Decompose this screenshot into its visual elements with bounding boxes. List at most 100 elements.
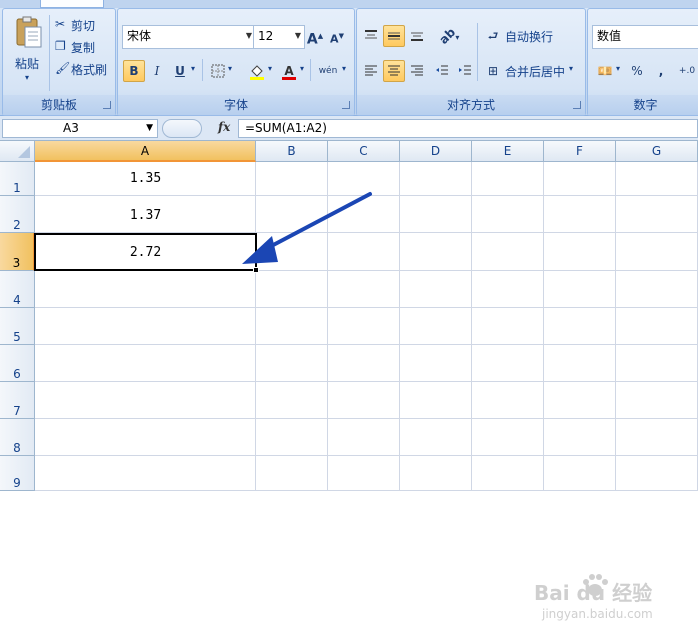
font-launcher-icon[interactable] (342, 101, 350, 109)
bold-button[interactable]: B (123, 60, 145, 82)
merge-center-icon[interactable]: ⊞ (482, 60, 504, 82)
phonetic-dropdown-icon[interactable]: ▾ (342, 64, 346, 73)
fill-color-icon[interactable] (246, 60, 268, 82)
format-painter-icon[interactable]: 🖌 (55, 61, 70, 75)
row-gridline (35, 344, 698, 345)
comma-button[interactable]: , (650, 60, 672, 82)
font-color-icon[interactable]: A (278, 60, 300, 82)
cut-button[interactable]: 剪切 (71, 17, 95, 34)
resize-handle-icon[interactable] (162, 119, 202, 138)
grow-font-button[interactable]: A▲ (304, 25, 326, 48)
align-right-icon[interactable] (406, 60, 428, 82)
currency-dropdown-icon[interactable]: ▾ (616, 64, 620, 73)
cut-icon[interactable]: ✂ (55, 17, 65, 31)
select-all-corner[interactable] (0, 141, 35, 162)
underline-dropdown-icon[interactable]: ▾ (191, 64, 195, 73)
merge-dropdown-icon[interactable]: ▾ (569, 64, 573, 73)
watermark-url: jingyan.baidu.com (542, 607, 653, 621)
fill-color-dropdown-icon[interactable]: ▾ (268, 64, 272, 73)
align-middle-icon[interactable] (383, 25, 405, 47)
tab-home[interactable] (40, 0, 104, 8)
watermark: Bai du 经验 jingyan.baidu.com (520, 571, 698, 631)
row-gridline (35, 381, 698, 382)
column-header-a[interactable]: A (35, 141, 256, 162)
chevron-down-icon: ▼ (294, 31, 301, 40)
row-header-1[interactable]: 1 (0, 162, 35, 196)
column-gridline (399, 162, 400, 491)
font-size-combo[interactable]: 12 ▼ (253, 25, 305, 49)
column-gridline (615, 162, 616, 491)
column-header-e[interactable]: E (472, 141, 544, 162)
fx-area: fx (160, 119, 236, 138)
border-dropdown-icon[interactable]: ▾ (228, 64, 232, 73)
increase-decimal-icon[interactable]: +.0 (676, 60, 698, 82)
row-header-6[interactable]: 6 (0, 345, 35, 382)
number-group-label: 数字 (588, 95, 698, 115)
align-bottom-icon[interactable] (406, 25, 428, 47)
row-gridline (35, 455, 698, 456)
formula-input[interactable]: =SUM(A1:A2) (238, 119, 698, 138)
font-name-combo[interactable]: 宋体 ▼ (122, 25, 256, 49)
chevron-down-icon[interactable]: ▼ (146, 120, 153, 137)
column-header-g[interactable]: G (616, 141, 698, 162)
number-format-value: 数值 (597, 29, 622, 43)
font-name-value: 宋体 (127, 29, 152, 43)
merge-center-button[interactable]: 合并后居中 (505, 63, 565, 80)
cell-a2[interactable]: 1.37 (35, 208, 256, 223)
watermark-brand: Bai du 经验 (534, 581, 653, 605)
decrease-indent-icon[interactable] (431, 60, 453, 82)
shrink-font-button[interactable]: A▼ (326, 25, 348, 47)
formula-bar: A3 ▼ fx =SUM(A1:A2) (0, 116, 698, 141)
wrap-text-icon[interactable]: ⮐ (482, 25, 504, 47)
row-header-5[interactable]: 5 (0, 308, 35, 345)
ribbon-tab-strip (0, 0, 698, 8)
worksheet-grid[interactable]: ABCDEFG 123456789 1.35 1.37 2.72 Bai du … (0, 141, 698, 621)
column-header-b[interactable]: B (256, 141, 328, 162)
percent-button[interactable]: % (626, 60, 648, 82)
paste-button[interactable]: 粘贴 (15, 55, 39, 72)
column-gridline (543, 162, 544, 491)
increase-indent-icon[interactable] (454, 60, 476, 82)
wrap-text-button[interactable]: 自动换行 (505, 28, 553, 45)
chevron-down-icon: ▼ (245, 31, 252, 40)
column-header-f[interactable]: F (544, 141, 616, 162)
row-header-7[interactable]: 7 (0, 382, 35, 419)
copy-button[interactable]: 复制 (71, 39, 95, 56)
copy-icon[interactable]: ❐ (55, 39, 66, 53)
border-icon[interactable] (207, 60, 229, 82)
phonetic-icon[interactable]: wén (314, 60, 342, 82)
row-header-2[interactable]: 2 (0, 196, 35, 233)
number-format-combo[interactable]: 数值 (592, 25, 698, 49)
insert-function-icon[interactable]: fx (218, 120, 230, 134)
name-box[interactable]: A3 ▼ (2, 119, 158, 138)
font-group: 宋体 ▼ 12 ▼ A▲ A▼ B I U ▾ ▾ ▾ A ▾ wén ▾ 字体 (117, 8, 355, 116)
row-header-8[interactable]: 8 (0, 419, 35, 456)
row-header-4[interactable]: 4 (0, 271, 35, 308)
row-header-9[interactable]: 9 (0, 456, 35, 491)
column-header-d[interactable]: D (400, 141, 472, 162)
font-color-dropdown-icon[interactable]: ▾ (300, 64, 304, 73)
alignment-launcher-icon[interactable] (573, 101, 581, 109)
paste-dropdown-icon[interactable]: ▾ (25, 73, 29, 82)
row-header-3[interactable]: 3 (0, 233, 35, 271)
annotation-arrow (242, 192, 372, 264)
ribbon: 粘贴 ▾ ✂ 剪切 ❐ 复制 🖌 格式刷 剪贴板 宋体 ▼ 12 ▼ A▲ A▼ B… (0, 0, 698, 116)
clipboard-group-label: 剪贴板 (3, 95, 115, 115)
cell-a1[interactable]: 1.35 (35, 171, 256, 186)
column-header-c[interactable]: C (328, 141, 400, 162)
align-left-icon[interactable] (360, 60, 382, 82)
align-top-icon[interactable] (360, 25, 382, 47)
font-size-value: 12 (258, 29, 274, 43)
format-painter-button[interactable]: 格式刷 (71, 61, 107, 78)
clipboard-launcher-icon[interactable] (103, 101, 111, 109)
currency-icon[interactable]: 💴 (594, 60, 616, 82)
row-gridline (35, 307, 698, 308)
underline-button[interactable]: U (169, 60, 191, 82)
column-gridline (471, 162, 472, 491)
align-center-icon[interactable] (383, 60, 405, 82)
paste-icon[interactable] (11, 15, 45, 53)
font-group-label: 字体 (118, 95, 354, 115)
italic-button[interactable]: I (146, 60, 168, 82)
orientation-icon[interactable]: ab▾ (433, 25, 465, 47)
row-gridline (35, 418, 698, 419)
